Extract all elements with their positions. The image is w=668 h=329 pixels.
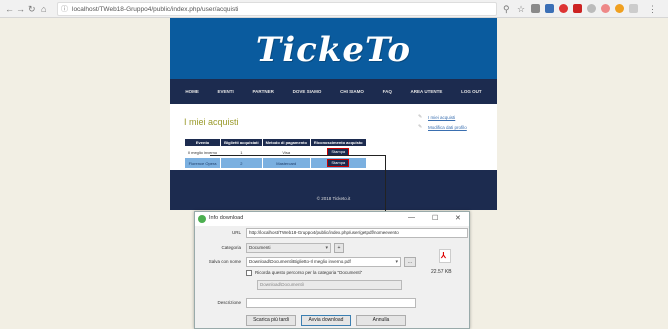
menu-item-area-utente[interactable]: AREA UTENTE: [411, 89, 443, 94]
browser-toolbar: ← → ↻ ⌂ ⓘ localhost/TWeb18-Gruppo4/publi…: [0, 0, 668, 18]
chevron-down-icon: ▾: [325, 245, 328, 251]
extension-icon[interactable]: [629, 4, 638, 13]
header-banner: TickeTo: [170, 18, 497, 79]
start-download-button[interactable]: Avvia download: [301, 315, 351, 326]
minimize-icon[interactable]: —: [408, 214, 415, 221]
extension-icon[interactable]: [587, 4, 596, 13]
zoom-icon[interactable]: ⚲: [503, 3, 510, 15]
category-select[interactable]: Documenti ▾: [246, 243, 331, 253]
main-content: I miei acquisti ✎ I miei acquisti ✎ Modifi…: [170, 104, 497, 170]
dialog-titlebar: Info download — ☐ ✕: [195, 212, 469, 226]
extension-icon[interactable]: [573, 4, 582, 13]
website: TickeTo HOME EVENTI PARTNER DOVE SIAMO C…: [170, 18, 497, 210]
table-cell: 2: [220, 157, 263, 169]
menu-item-eventi[interactable]: EVENTI: [218, 89, 234, 94]
orders-table: Evento Biglietti acquistati Metodo di pa…: [183, 138, 367, 169]
bookmark-star-icon[interactable]: ☆: [517, 3, 525, 15]
close-icon[interactable]: ✕: [455, 214, 461, 222]
category-label: Categoria: [221, 245, 241, 250]
extension-icon[interactable]: [559, 4, 568, 13]
add-category-button[interactable]: +: [334, 243, 344, 253]
menu-item-home[interactable]: HOME: [185, 89, 199, 94]
column-header: Riconoscimento acquisto: [309, 138, 367, 147]
page-title: I miei acquisti: [184, 117, 239, 127]
annotation-arrow-line: [210, 155, 386, 156]
site-logo[interactable]: TickeTo: [170, 30, 497, 70]
footer-copyright: © 2018 Ticketo.it: [316, 196, 351, 201]
url-field[interactable]: http://localhost/TWeb18-Gruppo4/public/i…: [246, 228, 468, 238]
extension-icon[interactable]: [601, 4, 610, 13]
address-bar-text: localhost/TWeb18-Gruppo4/public/index.ph…: [72, 6, 239, 13]
table-cell: Florence Opera: [183, 157, 222, 169]
extension-icon[interactable]: [531, 4, 540, 13]
info-icon: ⓘ: [61, 6, 68, 13]
pencil-icon: ✎: [418, 124, 423, 130]
url-label: URL: [231, 230, 241, 235]
description-label: Descrizione: [217, 300, 241, 305]
chevron-down-icon: ▾: [395, 259, 398, 265]
extension-icon[interactable]: [615, 4, 624, 13]
menu-item-partner[interactable]: PARTNER: [253, 89, 274, 94]
side-links: ✎ I miei acquisti ✎ Modifica dati profilo: [418, 114, 467, 135]
link-i-miei-acquisti[interactable]: ✎ I miei acquisti: [418, 114, 467, 120]
save-path-select[interactable]: Download\Documenti\Biglietto-Il meglio i…: [246, 257, 401, 267]
download-dialog: Info download — ☐ ✕ URL http://localhost…: [194, 211, 470, 329]
column-header: Evento: [183, 138, 222, 147]
home-icon[interactable]: ⌂: [41, 3, 46, 15]
forward-icon[interactable]: →: [16, 3, 25, 15]
extension-icon[interactable]: [545, 4, 554, 13]
maximize-icon[interactable]: ☐: [432, 214, 438, 222]
browse-button[interactable]: ...: [404, 257, 416, 267]
menu-item-dove-siamo[interactable]: DOVE SIAMO: [293, 89, 322, 94]
cancel-button[interactable]: Annulla: [356, 315, 406, 326]
table-row: Florence Opera 2 Mastercard Stampa: [183, 157, 367, 169]
table-header-row: Evento Biglietti acquistati Metodo di pa…: [183, 138, 367, 147]
remember-path-checkbox[interactable]: Ricorda questo percorso per la categoria…: [246, 270, 362, 276]
table-cell: Mastercard: [261, 157, 311, 169]
reload-icon[interactable]: ↻: [28, 3, 36, 15]
link-modifica-profilo[interactable]: ✎ Modifica dati profilo: [418, 124, 467, 130]
menu-icon[interactable]: ⋮: [648, 3, 657, 15]
pdf-file-icon: ⅄: [439, 249, 451, 263]
remembered-path-field: Download\Documenti\: [257, 280, 402, 290]
back-icon[interactable]: ←: [5, 3, 14, 15]
menu-item-log-out[interactable]: LOG OUT: [461, 89, 482, 94]
dialog-title: Info download: [209, 215, 244, 221]
main-menu: HOME EVENTI PARTNER DOVE SIAMO CHI SIAMO…: [170, 79, 497, 104]
print-button[interactable]: Stampa: [327, 159, 350, 167]
address-bar[interactable]: ⓘ localhost/TWeb18-Gruppo4/public/index.…: [57, 2, 497, 16]
file-size: 22.57 KB: [431, 269, 452, 275]
table-cell: Stampa: [309, 157, 367, 169]
menu-item-faq[interactable]: FAQ: [383, 89, 392, 94]
menu-item-chi-siamo[interactable]: CHI SIAMO: [340, 89, 364, 94]
download-manager-icon: [198, 215, 206, 223]
pencil-icon: ✎: [418, 114, 423, 120]
site-footer: © 2018 Ticketo.it: [170, 170, 497, 210]
checkbox-box[interactable]: [246, 270, 252, 276]
column-header: Metodo di pagamento: [261, 138, 311, 147]
description-input[interactable]: [246, 298, 416, 308]
download-later-button[interactable]: Scarica più tardi: [246, 315, 296, 326]
column-header: Biglietti acquistati: [220, 138, 263, 147]
annotation-arrow-line: [385, 155, 386, 216]
save-as-label: Salva con nome: [208, 259, 241, 264]
